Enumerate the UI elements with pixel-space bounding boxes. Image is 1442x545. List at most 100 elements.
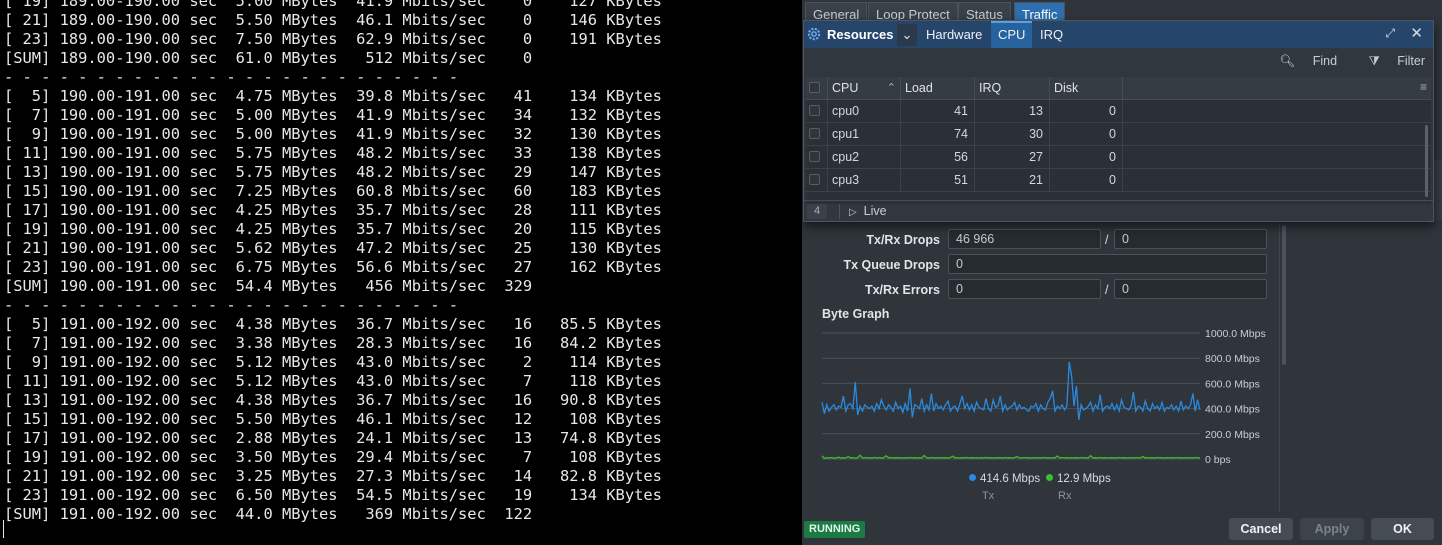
y-tick-label: 800.0 Mbps: [1205, 353, 1260, 365]
terminal-line: [SUM] 191.00-192.00 sec 44.0 MBytes 369 …: [4, 505, 533, 523]
tab-hardware[interactable]: Hardware: [919, 21, 989, 48]
column-header-load[interactable]: Load: [901, 77, 975, 99]
separator-slash: /: [1105, 283, 1109, 297]
apply-button[interactable]: Apply: [1300, 518, 1364, 540]
tx-drops-field[interactable]: 46 966: [948, 229, 1101, 249]
row-checkbox[interactable]: [809, 174, 820, 185]
y-tick-label: 0 bps: [1205, 454, 1231, 466]
txq-drops-field[interactable]: 0: [948, 254, 1267, 274]
cell-disk: 0: [1050, 146, 1123, 168]
cell-cpu: cpu3: [828, 169, 901, 191]
terminal-line: [ 17] 190.00-191.00 sec 4.25 MBytes 35.7…: [4, 201, 662, 219]
terminal-line: [SUM] 190.00-191.00 sec 54.4 MBytes 456 …: [4, 277, 533, 295]
terminal-line: [ 11] 190.00-191.00 sec 5.75 MBytes 48.2…: [4, 144, 662, 162]
live-button[interactable]: ▷ Live: [849, 201, 887, 223]
terminal-line: [ 13] 190.00-191.00 sec 5.75 MBytes 48.2…: [4, 163, 662, 181]
cell-cpu: cpu2: [828, 146, 901, 168]
resources-title: Resources: [827, 27, 894, 42]
terminal-line: [ 15] 191.00-192.00 sec 5.50 MBytes 46.1…: [4, 410, 662, 428]
status-badge: RUNNING: [804, 521, 866, 538]
tab-cpu[interactable]: CPU: [991, 21, 1033, 48]
table-row[interactable]: cpu1 74 30 0: [806, 123, 1431, 146]
column-header-irq[interactable]: IRQ: [975, 77, 1050, 99]
series-line-rx: [821, 454, 1201, 460]
legend-tx: 414.6 Mbps: [969, 473, 1040, 485]
tx-dot-icon: [969, 474, 976, 481]
table-row[interactable]: cpu3 51 21 0: [806, 169, 1431, 192]
terminal-output: [ 19] 189.00-190.00 sec 5.00 MBytes 41.9…: [4, 0, 662, 524]
table-scrollbar[interactable]: [1425, 125, 1428, 197]
terminal-line: [ 23] 191.00-192.00 sec 6.50 MBytes 54.5…: [4, 486, 662, 504]
terminal-line: [ 7] 190.00-191.00 sec 5.00 MBytes 41.9 …: [4, 106, 662, 124]
txrx-errors-label: Tx/Rx Errors: [864, 283, 940, 297]
byte-graph-title: Byte Graph: [822, 307, 890, 321]
rx-drops-field[interactable]: 0: [1114, 229, 1267, 249]
filter-button[interactable]: ⧩ Filter: [1355, 54, 1425, 68]
chevron-down-icon[interactable]: ⌄: [897, 24, 917, 46]
y-tick-label: 600.0 Mbps: [1205, 378, 1260, 390]
column-menu-icon[interactable]: ≡: [1420, 80, 1427, 94]
row-checkbox[interactable]: [809, 151, 820, 162]
legend-rx-name: Rx: [1058, 490, 1072, 502]
resources-toolbar: 🔍︎ Find ⧩ Filter: [1251, 54, 1425, 69]
ok-button[interactable]: OK: [1371, 518, 1434, 540]
terminal-line: [ 19] 191.00-192.00 sec 3.50 MBytes 29.4…: [4, 448, 662, 466]
terminal-line: [ 21] 190.00-191.00 sec 5.62 MBytes 47.2…: [4, 239, 662, 257]
row-checkbox[interactable]: [809, 105, 820, 116]
cpu-table: CPU ⌃ Load IRQ Disk ≡ cpu0 41 13 0 cpu1 7…: [806, 77, 1431, 204]
live-label: Live: [863, 204, 887, 218]
terminal-window[interactable]: [ 19] 189.00-190.00 sec 5.00 MBytes 41.9…: [0, 0, 800, 545]
terminal-line: [ 19] 189.00-190.00 sec 5.00 MBytes 41.9…: [4, 0, 662, 10]
divider: [839, 204, 840, 219]
terminal-line: [ 21] 189.00-190.00 sec 5.50 MBytes 46.1…: [4, 11, 662, 29]
legend-rx-value: 12.9 Mbps: [1057, 473, 1111, 485]
terminal-line: [ 23] 189.00-190.00 sec 7.50 MBytes 62.9…: [4, 30, 662, 48]
find-button[interactable]: 🔍︎ Find: [1265, 54, 1337, 68]
txrx-drops-label: Tx/Rx Drops: [866, 233, 940, 247]
cell-irq: 27: [975, 146, 1050, 168]
txq-drops-label: Tx Queue Drops: [843, 258, 940, 272]
gear-icon: [807, 27, 821, 41]
legend-tx-value: 414.6 Mbps: [980, 473, 1041, 485]
column-header-disk[interactable]: Disk: [1050, 77, 1123, 99]
y-tick-label: 1000.0 Mbps: [1205, 328, 1266, 340]
terminal-line: [ 17] 191.00-192.00 sec 2.88 MBytes 24.1…: [4, 429, 662, 447]
panel-scrollbar[interactable]: [1282, 225, 1286, 365]
table-row[interactable]: cpu0 41 13 0: [806, 100, 1431, 123]
tab-irq[interactable]: IRQ: [1033, 21, 1070, 48]
terminal-line: [ 15] 190.00-191.00 sec 7.25 MBytes 60.8…: [4, 182, 662, 200]
terminal-cursor: [3, 520, 4, 538]
filter-label: Filter: [1397, 54, 1425, 68]
close-icon[interactable]: ✕: [1410, 24, 1423, 42]
terminal-line: [ 21] 191.00-192.00 sec 3.25 MBytes 27.3…: [4, 467, 662, 485]
terminal-line: [ 9] 191.00-192.00 sec 5.12 MBytes 43.0 …: [4, 353, 662, 371]
resources-titlebar[interactable]: Resources ⌄ Hardware CPU IRQ ⤢ ✕: [804, 21, 1433, 48]
table-header: CPU ⌃ Load IRQ Disk ≡: [806, 77, 1431, 100]
separator-slash: /: [1105, 233, 1109, 247]
cell-cpu: cpu1: [828, 123, 901, 145]
cell-irq: 30: [975, 123, 1050, 145]
row-checkbox[interactable]: [809, 128, 820, 139]
tx-errors-field[interactable]: 0: [948, 279, 1101, 299]
select-all-checkbox[interactable]: [806, 77, 828, 99]
rx-errors-field[interactable]: 0: [1114, 279, 1267, 299]
cancel-button[interactable]: Cancel: [1229, 518, 1293, 540]
search-icon: 🔍︎: [1279, 54, 1296, 68]
terminal-line: [SUM] 189.00-190.00 sec 61.0 MBytes 512 …: [4, 49, 533, 67]
terminal-line: [ 11] 191.00-192.00 sec 5.12 MBytes 43.0…: [4, 372, 662, 390]
terminal-line: [ 23] 190.00-191.00 sec 6.75 MBytes 56.6…: [4, 258, 662, 276]
terminal-line: [ 13] 191.00-192.00 sec 4.38 MBytes 36.7…: [4, 391, 662, 409]
byte-graph: 1000.0 Mbps 800.0 Mbps 600.0 Mbps 400.0 Mbp…: [821, 328, 1266, 466]
terminal-line: [ 9] 190.00-191.00 sec 5.00 MBytes 41.9 …: [4, 125, 662, 143]
table-row[interactable]: cpu2 56 27 0: [806, 146, 1431, 169]
cell-irq: 13: [975, 100, 1050, 122]
cell-disk: 0: [1050, 100, 1123, 122]
series-line-tx: [821, 361, 1201, 420]
find-label: Find: [1312, 54, 1338, 68]
cell-irq: 21: [975, 169, 1050, 191]
column-header-cpu[interactable]: CPU ⌃: [828, 77, 901, 99]
resources-window: Resources ⌄ Hardware CPU IRQ ⤢ ✕ 🔍︎ Find…: [803, 20, 1434, 222]
row-count-badge: 4: [807, 204, 827, 219]
maximize-icon[interactable]: ⤢: [1385, 26, 1395, 41]
sort-asc-icon: ⌃: [886, 82, 896, 94]
